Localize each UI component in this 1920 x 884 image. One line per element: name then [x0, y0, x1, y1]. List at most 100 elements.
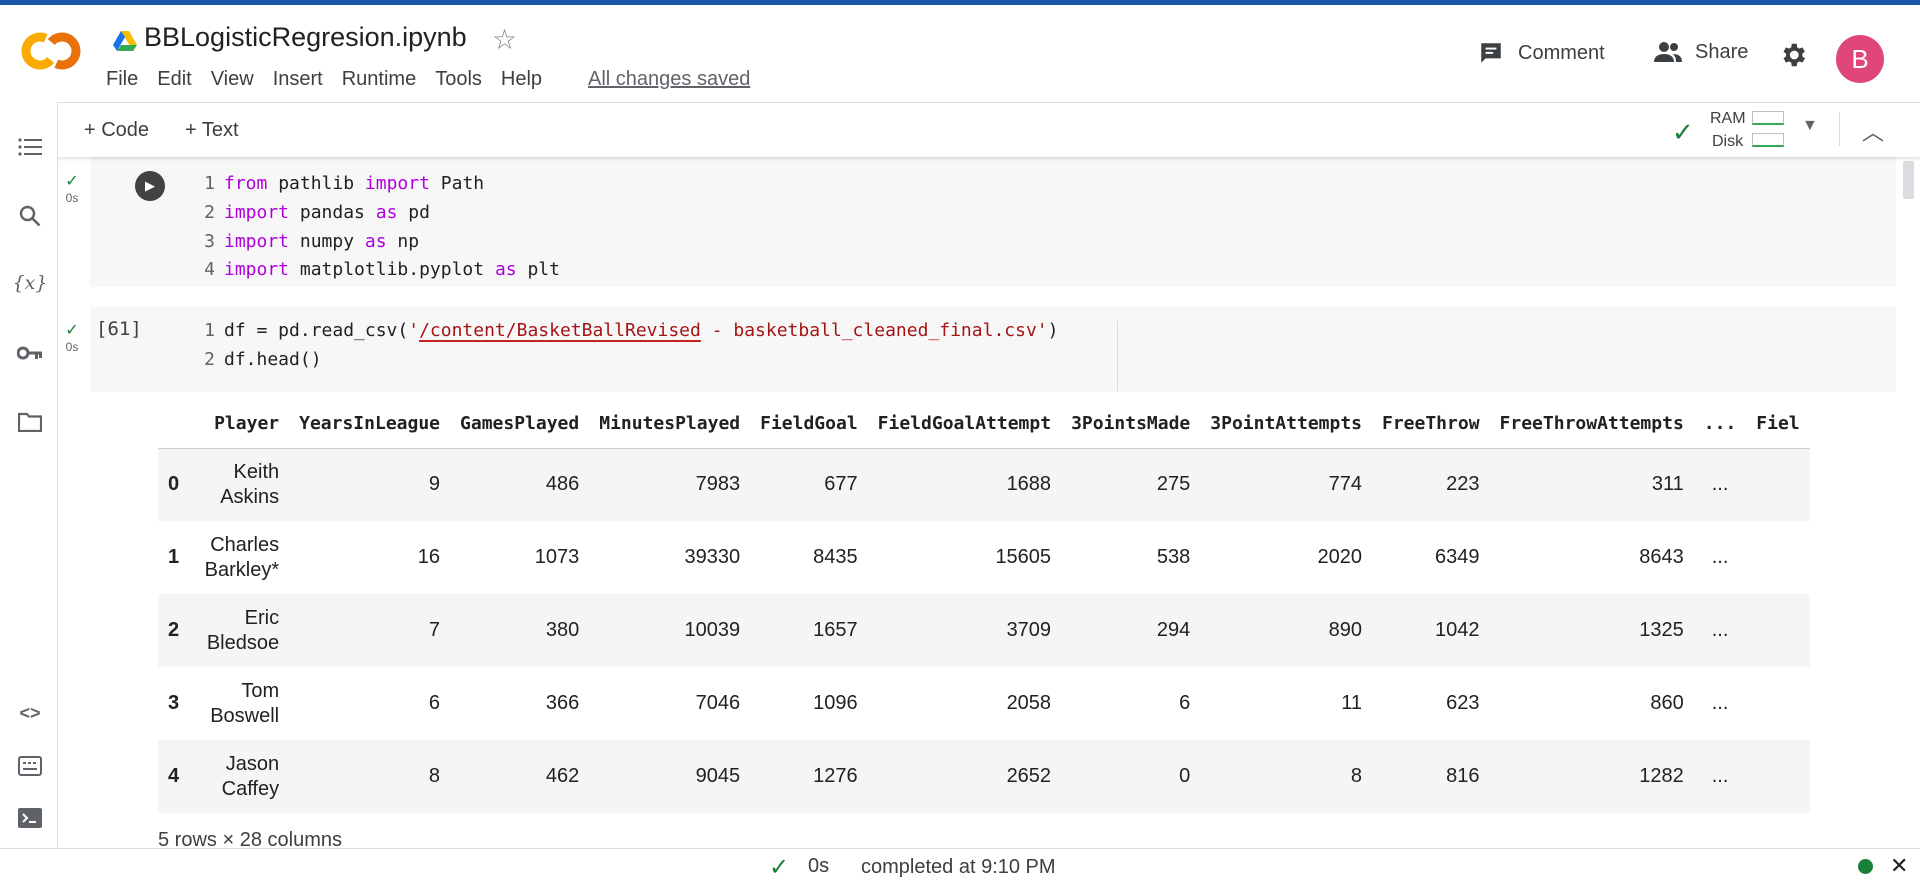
menu-runtime[interactable]: Runtime [342, 68, 416, 91]
table-cell: 1276 [750, 740, 868, 813]
table-cell: 15605 [995, 546, 1052, 568]
terminal-icon[interactable] [17, 805, 43, 831]
table-row: 3 Tom Boswell 6 366 7046 1096 2058 6 11 623 860... [158, 667, 1810, 740]
left-sidebar: {x} <> [0, 102, 58, 848]
disk-meter[interactable] [1752, 133, 1784, 147]
menu-view[interactable]: View [211, 68, 254, 91]
save-status-link[interactable]: All changes saved [588, 68, 750, 91]
share-button[interactable]: Share [1653, 40, 1748, 64]
dataframe-shape: 5 rows × 28 columns [158, 829, 342, 848]
table-cell: 623 [1446, 692, 1480, 714]
code-snippets-icon[interactable]: <> [17, 700, 43, 726]
column-header: Player [193, 400, 290, 449]
gear-icon[interactable] [1778, 40, 1808, 70]
column-header: YearsInLeague [289, 400, 451, 449]
table-cell: 2058 [1006, 692, 1052, 714]
column-header [158, 400, 194, 449]
chevron-down-icon[interactable]: ▼ [1802, 117, 1818, 135]
table-row: 0 Keith Askins 9 486 7983 677 1688 275 774 223 311… [158, 448, 1810, 521]
key-icon[interactable] [17, 340, 43, 366]
table-cell: 8643 [1639, 546, 1684, 568]
table-cell: 8435 [813, 546, 858, 568]
code-line-2[interactable]: df.head() [224, 348, 322, 372]
code-cell-1[interactable]: ▶ 1 from pathlib import Path 2 import pand… [90, 157, 1896, 287]
ram-meter[interactable] [1752, 111, 1784, 125]
notebook-main: ✓ 0s ▶ 1 from pathlib import Path 2 import… [59, 157, 1920, 848]
comment-icon [1481, 43, 1501, 63]
check-icon: ✓ [1672, 117, 1694, 147]
cell-2-duration: 0s [65, 340, 79, 354]
connection-indicator[interactable] [1858, 859, 1873, 874]
menu-edit[interactable]: Edit [157, 68, 191, 91]
star-icon[interactable]: ☆ [492, 23, 517, 56]
table-cell: 486 [450, 448, 590, 521]
code-line-2[interactable]: import pandas as pd [224, 201, 430, 225]
table-cell: ... [1693, 740, 1747, 813]
notebook-toolbar: + Code + Text ✓ RAM Disk ▼ ︿ [0, 102, 1920, 157]
people-icon [1654, 42, 1682, 62]
folder-icon[interactable] [17, 409, 43, 435]
add-code-button[interactable]: + Code [84, 119, 149, 142]
table-cell: 366 [545, 692, 580, 714]
drive-icon[interactable] [113, 30, 137, 52]
table-row: 1 Charles Barkley* 16 1073 39330 8435 15605 538… [158, 521, 1810, 594]
cell-output: Player YearsInLeague GamesPlayed MinutesPla… [158, 400, 1896, 813]
chevron-up-icon[interactable]: ︿ [1862, 115, 1884, 147]
execution-count: [61] [96, 318, 142, 340]
disk-label[interactable]: Disk [1712, 133, 1743, 151]
line-number: 2 [204, 349, 215, 370]
menu-insert[interactable]: Insert [273, 68, 323, 91]
column-header: FreeThrowAttempts [1489, 400, 1694, 449]
table-cell: 816 [1372, 740, 1490, 813]
code-line-1[interactable]: from pathlib import Path [224, 172, 484, 196]
menu-tools[interactable]: Tools [435, 68, 482, 91]
row-index: 0 [158, 448, 194, 521]
avatar[interactable]: B [1836, 35, 1884, 83]
row-index: 4 [158, 740, 194, 813]
table-cell: Keith Askins [193, 448, 290, 521]
table-cell: 1325 [1489, 594, 1694, 667]
code-line-4[interactable]: import matplotlib.pyplot as plt [224, 258, 560, 282]
play-icon[interactable]: ▶ [135, 171, 165, 201]
comment-button[interactable]: Comment [1478, 40, 1605, 66]
vertical-scrollbar[interactable] [1901, 157, 1916, 848]
column-header: MinutesPlayed [589, 400, 751, 449]
table-cell: 3709 [867, 594, 1062, 667]
table-cell: 1073 [534, 546, 580, 568]
code-line-1[interactable]: df = pd.read_csv('/content/BasketBallRev… [224, 319, 1058, 343]
add-text-button[interactable]: + Text [185, 119, 239, 142]
row-index: 1 [168, 546, 180, 568]
toc-icon[interactable] [17, 134, 43, 160]
table-cell [1746, 667, 1809, 740]
table-cell: 1282 [1489, 740, 1694, 813]
line-number: 2 [204, 202, 215, 223]
scroll-thumb[interactable] [1903, 161, 1914, 199]
status-text: completed at 9:10 PM [861, 856, 1056, 878]
menu-help[interactable]: Help [501, 68, 542, 91]
line-number: 4 [204, 259, 215, 280]
table-row: 2 Eric Bledsoe 7 380 10039 1657 3709 294 890 1042… [158, 594, 1810, 667]
table-cell: 6349 [1435, 546, 1480, 568]
search-icon[interactable] [17, 203, 43, 229]
notebook-title[interactable]: BBLogisticRegresion.ipynb [144, 22, 467, 53]
table-cell: 774 [1200, 448, 1372, 521]
close-icon[interactable]: ✕ [1890, 853, 1908, 879]
table-cell [1746, 740, 1810, 813]
table-cell: ... [1711, 546, 1729, 568]
table-cell: 16 [417, 546, 441, 568]
menu-file[interactable]: File [106, 68, 138, 91]
table-cell: 11 [1341, 692, 1362, 714]
command-palette-icon[interactable] [17, 753, 43, 779]
table-header-row: Player YearsInLeague GamesPlayed MinutesPla… [158, 400, 1810, 449]
cell-2-status: ✓ 0s [64, 320, 80, 354]
menu-bar: File Edit View Insert Runtime Tools Help [106, 68, 561, 91]
cell-1-status: ✓ 0s [64, 171, 80, 205]
colab-logo[interactable] [20, 31, 82, 71]
column-header: 3PointAttempts [1200, 400, 1372, 449]
code-cell-2[interactable]: [61] 1 df = pd.read_csv('/content/BasketB… [90, 307, 1896, 392]
ram-label[interactable]: RAM [1710, 110, 1746, 128]
table-cell: 8 [289, 740, 451, 813]
row-index: 2 [158, 594, 194, 667]
code-line-3[interactable]: import numpy as np [224, 230, 419, 254]
variables-icon[interactable]: {x} [13, 270, 48, 296]
